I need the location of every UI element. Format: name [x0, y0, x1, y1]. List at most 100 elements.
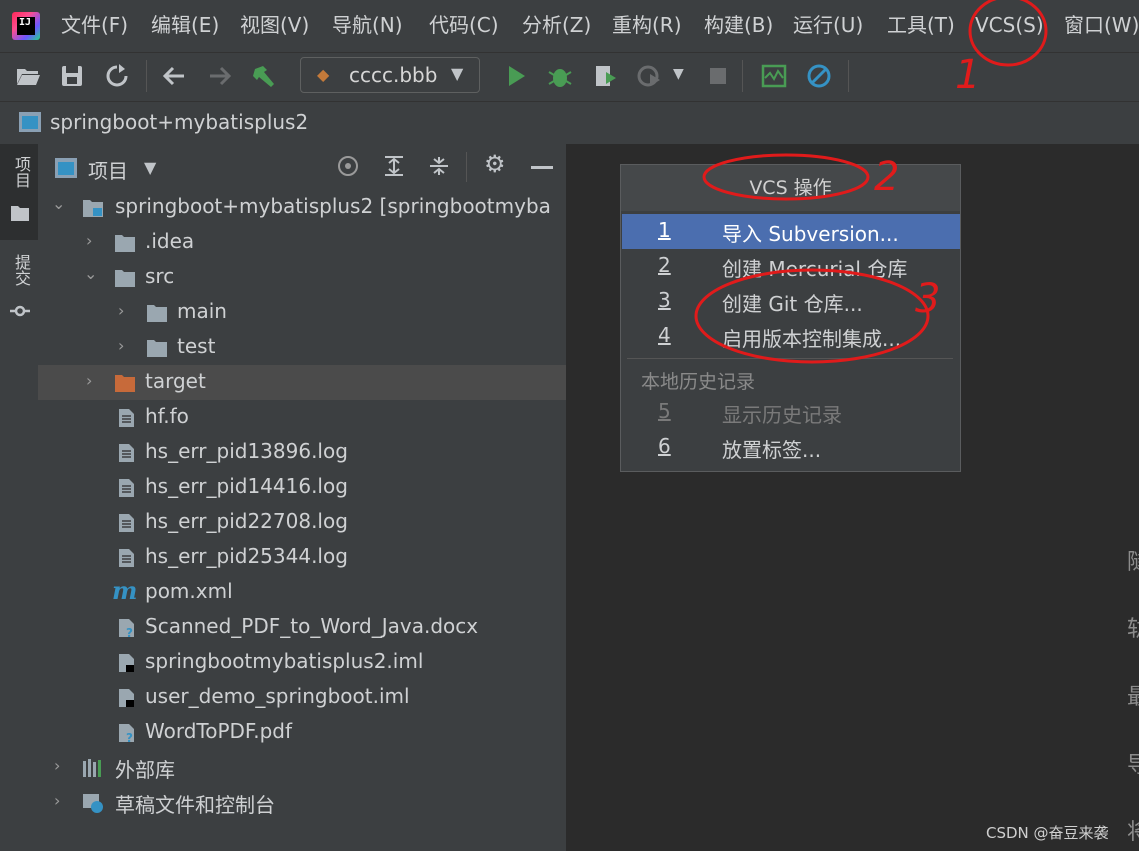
menu-run[interactable]: 运行(U)	[793, 10, 863, 40]
folder-icon	[147, 305, 167, 322]
popup-item-create-git[interactable]: 3 创建 Git 仓库...	[622, 284, 960, 319]
tree-row-file[interactable]: hf.fo	[38, 400, 566, 435]
run-icon[interactable]	[502, 62, 530, 90]
text-file-icon	[119, 549, 134, 567]
commit-tool-tab[interactable]: 提交	[0, 248, 38, 328]
menu-edit[interactable]: 编辑(E)	[151, 10, 219, 40]
library-icon	[83, 759, 101, 777]
popup-item-import-subversion[interactable]: 1 导入 Subversion...	[622, 214, 960, 249]
chevron-down-icon: ▼	[451, 64, 464, 83]
hide-panel-minus-icon[interactable]	[531, 166, 553, 169]
popup-item-show-history[interactable]: 5 显示历史记录	[622, 395, 960, 430]
run-configuration-dropdown[interactable]: ◆ cccc.bbb ▼	[300, 57, 480, 93]
menu-view[interactable]: 视图(V)	[240, 10, 309, 40]
collapse-all-icon[interactable]	[427, 154, 451, 178]
save-icon[interactable]	[58, 62, 86, 90]
menu-window[interactable]: 窗口(W)	[1064, 10, 1139, 40]
tree-row-file[interactable]: hs_err_pid13896.log	[38, 435, 566, 470]
profiler-icon[interactable]	[636, 62, 664, 90]
menu-tools[interactable]: 工具(T)	[887, 10, 955, 40]
locate-target-icon[interactable]	[336, 154, 360, 178]
menu-vcs[interactable]: VCS(S)	[975, 10, 1044, 40]
breadcrumb-project[interactable]: springboot+mybatisplus2	[50, 110, 308, 134]
tree-label: main	[177, 299, 227, 323]
iml-file-icon	[119, 689, 134, 707]
chevron-right-icon[interactable]: ›	[118, 336, 124, 355]
tree-row-main[interactable]: › main	[38, 295, 566, 330]
tree-row-file[interactable]: springbootmybatisplus2.iml	[38, 645, 566, 680]
tree-row-file[interactable]: ? WordToPDF.pdf	[38, 715, 566, 750]
popup-item-create-mercurial[interactable]: 2 创建 Mercurial 仓库	[622, 249, 960, 284]
folder-icon	[11, 206, 29, 221]
header-separator	[466, 152, 467, 182]
tree-row-file[interactable]: ? Scanned_PDF_to_Word_Java.docx	[38, 610, 566, 645]
menu-file[interactable]: 文件(F)	[61, 10, 128, 40]
tree-row-file[interactable]: hs_err_pid14416.log	[38, 470, 566, 505]
tree-row-project-root[interactable]: ⌄ springboot+mybatisplus2 [springbootmyb…	[38, 190, 566, 225]
mnemonic-number: 5	[658, 399, 671, 423]
monitor-icon[interactable]	[760, 62, 788, 90]
back-arrow-icon[interactable]	[160, 62, 188, 90]
tree-row-file[interactable]: m pom.xml	[38, 575, 566, 610]
build-hammer-icon[interactable]	[250, 62, 278, 90]
tree-row-src[interactable]: ⌄ src	[38, 260, 566, 295]
mnemonic-number: 6	[658, 434, 671, 458]
tree-row-file[interactable]: user_demo_springboot.iml	[38, 680, 566, 715]
menu-refactor[interactable]: 重构(R)	[612, 10, 682, 40]
tree-row-file[interactable]: hs_err_pid22708.log	[38, 505, 566, 540]
open-folder-icon[interactable]	[14, 62, 42, 90]
tree-label: test	[177, 334, 216, 358]
coverage-icon[interactable]	[592, 62, 620, 90]
tree-row-test[interactable]: › test	[38, 330, 566, 365]
popup-item-label: 放置标签...	[722, 438, 822, 462]
popup-item-put-label[interactable]: 6 放置标签...	[622, 430, 960, 465]
chevron-right-icon[interactable]: ›	[86, 231, 92, 250]
chevron-right-icon[interactable]: ›	[118, 301, 124, 320]
module-folder-icon	[83, 200, 103, 217]
popup-item-label: 创建 Git 仓库...	[722, 292, 863, 316]
tree-label: user_demo_springboot.iml	[145, 684, 410, 708]
menu-build[interactable]: 构建(B)	[704, 10, 773, 40]
tree-row-target[interactable]: › target	[38, 365, 566, 400]
popup-title: VCS 操作	[621, 165, 960, 211]
toolbar-separator	[146, 60, 147, 92]
commit-icon	[10, 305, 30, 317]
debug-bug-icon[interactable]	[546, 62, 574, 90]
mnemonic-number: 4	[658, 323, 671, 347]
disable-icon[interactable]	[805, 62, 833, 90]
tree-label: src	[145, 264, 175, 288]
menu-analyze[interactable]: 分析(Z)	[522, 10, 591, 40]
chevron-down-icon[interactable]: ⌄	[84, 264, 97, 283]
refresh-icon[interactable]	[103, 62, 131, 90]
chevron-right-icon[interactable]: ›	[54, 756, 60, 775]
chevron-right-icon[interactable]: ›	[86, 371, 92, 390]
tree-row-idea[interactable]: › .idea	[38, 225, 566, 260]
unknown-file-icon: ?	[119, 619, 134, 638]
menu-code[interactable]: 代码(C)	[429, 10, 499, 40]
stop-icon[interactable]	[704, 62, 732, 90]
gear-icon[interactable]: ⚙	[484, 150, 506, 178]
tree-label: hs_err_pid22708.log	[145, 509, 348, 533]
svg-text:?: ?	[126, 626, 133, 638]
folder-icon	[115, 235, 135, 252]
tree-row-scratches[interactable]: › 草稿文件和控制台	[38, 785, 566, 820]
tree-label: 外部库	[115, 758, 175, 782]
expand-all-icon[interactable]	[382, 154, 406, 178]
chevron-right-icon[interactable]: ›	[54, 791, 60, 810]
tree-row-file[interactable]: hs_err_pid25344.log	[38, 540, 566, 575]
folder-icon	[115, 270, 135, 287]
folder-icon	[147, 340, 167, 357]
tree-row-external-libraries[interactable]: › 外部库	[38, 750, 566, 785]
chevron-down-icon[interactable]: ⌄	[52, 194, 65, 213]
text-file-icon	[119, 479, 134, 497]
tree-label: target	[145, 369, 206, 393]
forward-arrow-icon[interactable]	[206, 62, 234, 90]
menu-navigate[interactable]: 导航(N)	[332, 10, 403, 40]
popup-section-header: 本地历史记录	[641, 371, 756, 393]
view-selector-chevron-icon[interactable]: ▼	[144, 158, 156, 177]
project-view-title[interactable]: 项目	[88, 155, 128, 184]
popup-item-enable-vcs[interactable]: 4 启用版本控制集成...	[622, 319, 960, 354]
more-run-options-chevron-icon[interactable]: ▼	[673, 66, 684, 82]
project-tool-tab[interactable]: 项目	[0, 144, 38, 240]
mnemonic-number: 2	[658, 253, 671, 277]
